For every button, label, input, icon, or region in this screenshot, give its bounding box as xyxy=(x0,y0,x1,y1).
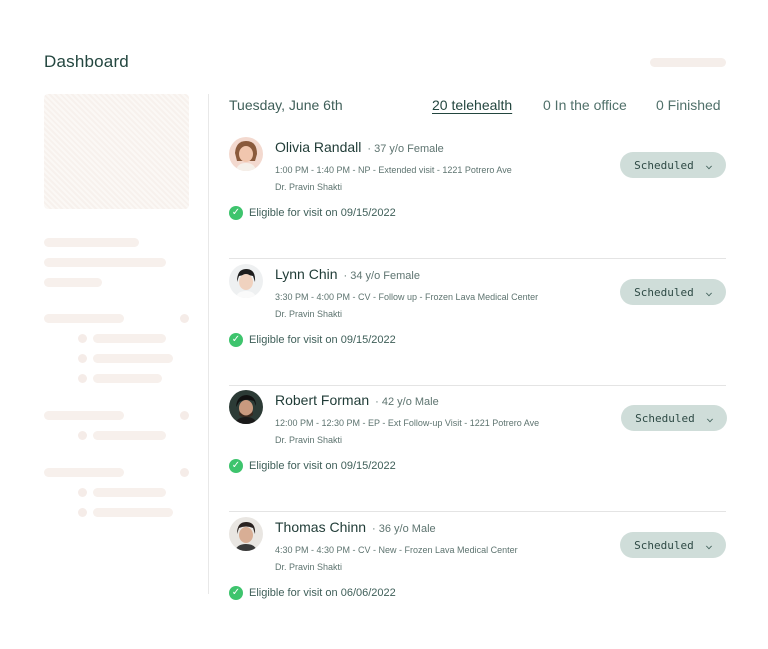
current-date: Tuesday, June 6th xyxy=(229,97,343,113)
provider-name: Dr. Pravin Shakti xyxy=(275,182,343,192)
appointment-details: 12:00 PM - 12:30 PM - EP - Ext Follow-up… xyxy=(275,418,540,428)
sidebar-skeleton-line xyxy=(44,278,102,287)
patient-name-text[interactable]: Thomas Chinn xyxy=(275,519,366,535)
sidebar-card-placeholder xyxy=(44,94,189,209)
provider-name: Dr. Pravin Shakti xyxy=(275,562,343,572)
status-label: Scheduled xyxy=(634,538,694,552)
patient-demographics: · 42 y/o Male xyxy=(375,396,439,408)
appointment-row[interactable]: Lynn Chin · 34 y/o Female 3:30 PM - 4:00 … xyxy=(229,260,726,386)
status-dropdown[interactable]: Scheduled ⌄ xyxy=(621,405,727,431)
chevron-down-icon: ⌄ xyxy=(704,159,714,171)
sidebar-item-dot xyxy=(78,374,87,383)
status-label: Scheduled xyxy=(634,285,694,299)
sidebar-item-placeholder xyxy=(93,431,166,440)
sidebar-item-dot xyxy=(78,431,87,440)
check-circle-icon: ✓ xyxy=(229,206,243,220)
sidebar-item-placeholder xyxy=(93,354,173,363)
avatar xyxy=(229,264,263,298)
eligibility-text: Eligible for visit on 09/15/2022 xyxy=(249,334,396,346)
sidebar-skeleton-line xyxy=(44,258,166,267)
sidebar-section-placeholder xyxy=(44,314,124,323)
patient-name-text[interactable]: Robert Forman xyxy=(275,392,369,408)
sidebar-item-dot xyxy=(78,488,87,497)
check-circle-icon: ✓ xyxy=(229,333,243,347)
eligibility-text: Eligible for visit on 09/15/2022 xyxy=(249,207,396,219)
sidebar-item-dot xyxy=(78,334,87,343)
check-circle-icon: ✓ xyxy=(229,586,243,600)
chevron-down-icon: ⌄ xyxy=(704,539,714,551)
provider-name: Dr. Pravin Shakti xyxy=(275,309,343,319)
eligibility-status: ✓ Eligible for visit on 09/15/2022 xyxy=(229,459,396,473)
tab-telehealth[interactable]: 20 telehealth xyxy=(432,97,512,113)
sidebar-section-dot xyxy=(180,411,189,420)
tab-finished[interactable]: 0 Finished xyxy=(656,97,721,113)
chevron-down-icon: ⌄ xyxy=(704,286,714,298)
page-title: Dashboard xyxy=(44,52,129,71)
avatar xyxy=(229,390,263,424)
patient-demographics: · 36 y/o Male xyxy=(372,523,436,535)
status-label: Scheduled xyxy=(634,158,694,172)
sidebar-item-placeholder xyxy=(93,508,173,517)
row-divider xyxy=(229,258,726,259)
sidebar-divider xyxy=(208,94,209,594)
check-circle-icon: ✓ xyxy=(229,459,243,473)
provider-name: Dr. Pravin Shakti xyxy=(275,435,343,445)
chevron-down-icon: ⌄ xyxy=(705,412,715,424)
appointment-details: 4:30 PM - 4:30 PM - CV - New - Frozen La… xyxy=(275,545,518,555)
patient-name: Robert Forman · 42 y/o Male xyxy=(275,392,439,408)
status-label: Scheduled xyxy=(635,411,695,425)
appointment-row[interactable]: Robert Forman · 42 y/o Male 12:00 PM - 12… xyxy=(229,386,727,512)
sidebar-section-dot xyxy=(180,314,189,323)
eligibility-status: ✓ Eligible for visit on 09/15/2022 xyxy=(229,206,396,220)
patient-name: Lynn Chin · 34 y/o Female xyxy=(275,266,420,282)
status-dropdown[interactable]: Scheduled ⌄ xyxy=(620,152,726,178)
tab-in-office[interactable]: 0 In the office xyxy=(543,97,627,113)
eligibility-text: Eligible for visit on 09/15/2022 xyxy=(249,460,396,472)
appointment-row[interactable]: Thomas Chinn · 36 y/o Male 4:30 PM - 4:30… xyxy=(229,513,726,600)
eligibility-text: Eligible for visit on 06/06/2022 xyxy=(249,587,396,599)
patient-name-text[interactable]: Olivia Randall xyxy=(275,139,361,155)
row-divider xyxy=(229,511,726,512)
sidebar-item-placeholder xyxy=(93,374,162,383)
appointment-details: 1:00 PM - 1:40 PM - NP - Extended visit … xyxy=(275,165,512,175)
sidebar-item-dot xyxy=(78,508,87,517)
patient-name: Thomas Chinn · 36 y/o Male xyxy=(275,519,436,535)
status-dropdown[interactable]: Scheduled ⌄ xyxy=(620,279,726,305)
eligibility-status: ✓ Eligible for visit on 09/15/2022 xyxy=(229,333,396,347)
sidebar-section-placeholder xyxy=(44,411,124,420)
appointment-details: 3:30 PM - 4:00 PM - CV - Follow up - Fro… xyxy=(275,292,539,302)
patient-name: Olivia Randall · 37 y/o Female xyxy=(275,139,444,155)
eligibility-status: ✓ Eligible for visit on 06/06/2022 xyxy=(229,586,396,600)
avatar xyxy=(229,517,263,551)
sidebar-section-placeholder xyxy=(44,468,124,477)
patient-name-text[interactable]: Lynn Chin xyxy=(275,266,338,282)
sidebar-item-dot xyxy=(78,354,87,363)
patient-demographics: · 37 y/o Female xyxy=(367,143,444,155)
status-dropdown[interactable]: Scheduled ⌄ xyxy=(620,532,726,558)
avatar xyxy=(229,137,263,171)
sidebar-skeleton-line xyxy=(44,238,139,247)
header-placeholder xyxy=(650,58,726,67)
sidebar-item-placeholder xyxy=(93,488,166,497)
sidebar-section-dot xyxy=(180,468,189,477)
sidebar-item-placeholder xyxy=(93,334,166,343)
appointment-row[interactable]: Olivia Randall · 37 y/o Female 1:00 PM - … xyxy=(229,133,726,259)
patient-demographics: · 34 y/o Female xyxy=(343,270,420,282)
